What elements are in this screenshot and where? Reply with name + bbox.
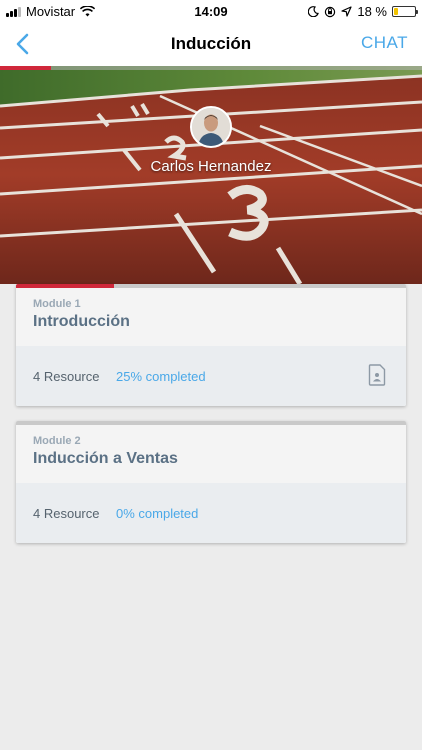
user-photo <box>192 108 230 146</box>
avatar[interactable] <box>190 106 232 148</box>
instructor-name: Carlos Hernandez <box>150 158 272 175</box>
completion-status: 0% completed <box>116 506 199 521</box>
module-progress-bar <box>16 284 406 288</box>
module-title: Introducción <box>33 313 130 330</box>
module-footer: 4 Resource 25% completed <box>16 346 406 406</box>
module-header: Module 2 Inducción a Ventas <box>16 425 406 483</box>
resource-count: 4 Resource <box>33 506 100 521</box>
moon-icon <box>308 6 320 17</box>
battery-percent: 18 % <box>357 4 387 19</box>
course-hero-banner: Carlos Hernandez <box>0 66 422 284</box>
completion-status: 25% completed <box>116 369 206 384</box>
module-card[interactable]: Module 2 Inducción a Ventas 4 Resource 0… <box>16 421 406 543</box>
page-title: Inducción <box>170 34 252 53</box>
course-progress-fill <box>0 66 51 70</box>
running-track-image <box>0 66 422 284</box>
course-progress-bar <box>0 66 422 70</box>
module-number: Module 1 <box>33 298 81 310</box>
chat-button[interactable]: CHAT <box>361 33 408 53</box>
battery-level-fill <box>394 8 398 15</box>
certificate-document-icon[interactable] <box>368 364 386 386</box>
module-footer: 4 Resource 0% completed <box>16 483 406 543</box>
location-arrow-icon <box>341 6 352 17</box>
module-header: Module 1 Introducción <box>16 288 406 346</box>
battery-icon <box>392 6 418 17</box>
status-bar: Movistar 14:09 18 % <box>0 0 422 22</box>
orientation-lock-icon <box>325 6 336 17</box>
module-progress-bar <box>16 421 406 425</box>
module-number: Module 2 <box>33 435 81 447</box>
module-card[interactable]: Module 1 Introducción 4 Resource 25% com… <box>16 284 406 406</box>
navigation-bar: Inducción CHAT <box>0 22 422 66</box>
module-title: Inducción a Ventas <box>33 450 178 467</box>
resource-count: 4 Resource <box>33 369 100 384</box>
status-right: 18 % <box>308 4 418 19</box>
module-progress-fill <box>16 284 114 288</box>
